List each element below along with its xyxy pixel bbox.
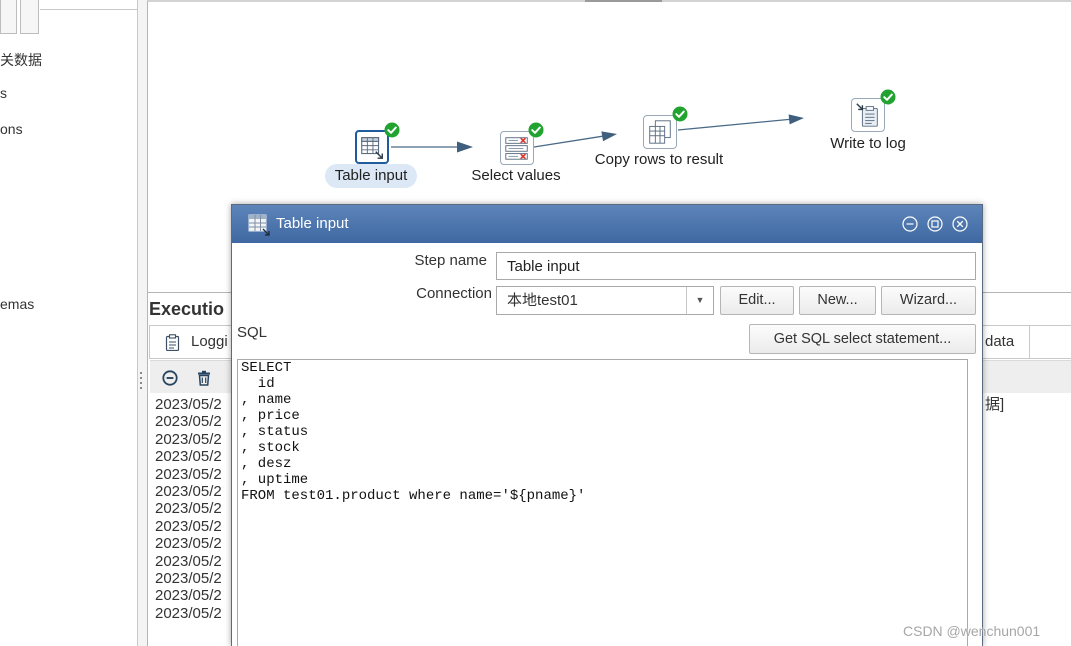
connection-select[interactable]: 本地test01 ▼ — [496, 286, 714, 315]
minimize-icon[interactable] — [902, 216, 918, 232]
connection-label: Connection — [416, 285, 492, 302]
log-line: 2023/05/2 — [155, 587, 222, 605]
get-sql-statement-button[interactable]: Get SQL select statement... — [749, 324, 976, 354]
sql-label: SQL — [237, 324, 268, 341]
dialog-title-bar[interactable]: Table input — [232, 205, 982, 243]
minus-circle-icon[interactable] — [162, 370, 178, 386]
write-to-log-icon — [856, 103, 878, 127]
tree-item[interactable]: s — [0, 84, 7, 102]
left-panel-tab-button[interactable] — [0, 0, 17, 34]
check-circle-icon — [672, 106, 688, 122]
log-line: 2023/05/2 — [155, 430, 222, 448]
watermark: CSDN @wenchun001 — [903, 623, 1041, 639]
divider — [147, 293, 148, 646]
step-label[interactable]: Write to log — [798, 132, 938, 156]
step-name-input[interactable] — [496, 252, 976, 280]
copy-rows-icon — [649, 120, 671, 144]
check-circle-icon — [528, 122, 544, 138]
table-input-dialog: Table input Step name Connection 本地test0… — [231, 204, 983, 646]
clipboard-icon — [165, 334, 180, 351]
trash-icon[interactable] — [196, 370, 212, 386]
edit-connection-button[interactable]: Edit... — [720, 286, 794, 315]
step-label[interactable]: Select values — [446, 164, 586, 188]
log-output[interactable]: 2023/05/2 2023/05/2 2023/05/2 2023/05/2 … — [155, 396, 222, 622]
check-circle-icon — [880, 89, 896, 105]
execution-results-title: Executio — [149, 299, 225, 319]
tree-item[interactable]: emas — [0, 295, 34, 313]
log-line: 2023/05/2 — [155, 570, 222, 588]
splitter-handle-icon[interactable] — [139, 372, 143, 390]
log-line: 2023/05/2 — [155, 500, 222, 518]
table-input-icon — [361, 137, 383, 159]
maximize-icon[interactable] — [927, 216, 943, 232]
dialog-title: Table input — [276, 215, 349, 232]
tab-label: Loggi — [191, 333, 228, 350]
chevron-down-icon[interactable]: ▼ — [687, 287, 713, 314]
wizard-button[interactable]: Wizard... — [881, 286, 976, 315]
log-line: 2023/05/2 — [155, 552, 222, 570]
sql-editor[interactable]: SELECT id , name , price , status , stoc… — [237, 359, 968, 646]
canvas-scroll-thumb[interactable] — [585, 0, 662, 2]
step-label[interactable]: Copy rows to result — [589, 148, 729, 172]
select-values-icon — [505, 137, 528, 160]
left-panel: 关数据 s ons emas — [0, 0, 138, 646]
step-name-label: Step name — [414, 252, 487, 269]
connection-select-value: 本地test01 — [507, 292, 578, 309]
tree-item[interactable]: 关数据 — [0, 51, 42, 69]
log-line: 2023/05/2 — [155, 396, 222, 413]
panel-splitter[interactable] — [138, 0, 147, 646]
divider — [40, 9, 137, 10]
new-connection-button[interactable]: New... — [799, 286, 876, 315]
preview-text-fragment: 据] — [985, 396, 1005, 413]
log-line: 2023/05/2 — [155, 413, 222, 431]
log-line: 2023/05/2 — [155, 483, 222, 501]
left-panel-tab-button[interactable] — [20, 0, 39, 34]
log-line: 2023/05/2 — [155, 535, 222, 553]
tree-item[interactable]: ons — [0, 120, 23, 138]
check-circle-icon — [384, 122, 400, 138]
log-line: 2023/05/2 — [155, 604, 222, 622]
table-input-icon — [248, 214, 270, 236]
tab-label: data — [985, 333, 1015, 350]
close-icon[interactable] — [952, 216, 968, 232]
log-line: 2023/05/2 — [155, 448, 222, 466]
sql-text[interactable]: SELECT id , name , price , status , stoc… — [238, 360, 967, 504]
log-line: 2023/05/2 — [155, 517, 222, 535]
step-label[interactable]: Table input — [325, 164, 417, 188]
log-line: 2023/05/2 — [155, 465, 222, 483]
